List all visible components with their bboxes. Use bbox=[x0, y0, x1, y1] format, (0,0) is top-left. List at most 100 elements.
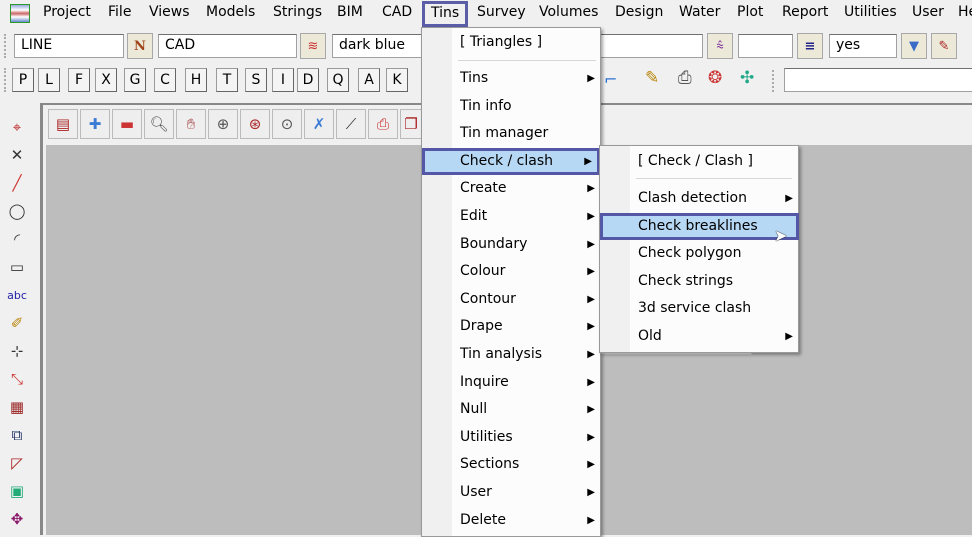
menu-help[interactable]: He bbox=[958, 4, 972, 20]
paint-icon[interactable]: ✐ bbox=[4, 311, 30, 335]
menu-bim[interactable]: BIM bbox=[337, 4, 363, 20]
text-icon[interactable]: abc bbox=[4, 283, 30, 307]
menu-item-tins[interactable]: Tins ▶ bbox=[422, 65, 600, 92]
menu-item-create[interactable]: Create ▶ bbox=[422, 175, 600, 202]
letter-button-q[interactable]: Q bbox=[327, 68, 349, 92]
print-icon[interactable]: ⎙ bbox=[368, 109, 398, 139]
menu-project[interactable]: Project bbox=[43, 4, 91, 20]
pencil-string-icon[interactable]: ✎ bbox=[645, 68, 659, 88]
line-icon[interactable]: ╱ bbox=[4, 171, 30, 195]
menu-item-check-strings[interactable]: Check strings bbox=[600, 268, 798, 295]
letter-button-f[interactable]: F bbox=[68, 68, 90, 92]
dimension-icon[interactable]: ⤡ bbox=[4, 367, 30, 391]
intersection-icon[interactable]: ✕ bbox=[4, 143, 30, 167]
symbol-icon[interactable]: ⊹ bbox=[4, 339, 30, 363]
letter-button-a[interactable]: A bbox=[358, 68, 380, 92]
menu-item-check-breaklines[interactable]: Check breaklines bbox=[600, 212, 799, 240]
point-icon[interactable]: ⌖ bbox=[4, 115, 30, 139]
page-string-icon[interactable]: ⎙ bbox=[678, 68, 692, 88]
zoom-pick-icon[interactable]: ⊙ bbox=[272, 109, 302, 139]
check-menu-title[interactable]: [ Check / Clash ] bbox=[600, 148, 798, 175]
menu-utilities[interactable]: Utilities bbox=[844, 4, 897, 20]
edit-string-icon[interactable]: ❂ bbox=[708, 68, 722, 88]
menu-report[interactable]: Report bbox=[782, 4, 828, 20]
shape-icon[interactable]: ◸ bbox=[4, 451, 30, 475]
menu-design[interactable]: Design bbox=[615, 4, 663, 20]
menu-item-check-clash[interactable]: Check / clash ▶ bbox=[422, 147, 600, 175]
circle-icon[interactable]: ◯ bbox=[4, 199, 30, 223]
eyedropper-button[interactable]: ✎ bbox=[931, 33, 957, 59]
move-icon[interactable]: ✥ bbox=[4, 507, 30, 531]
window-icon[interactable]: ❐ bbox=[400, 109, 422, 139]
string-type-input[interactable]: LINE bbox=[14, 34, 124, 58]
toolbar-grip[interactable] bbox=[4, 68, 7, 92]
letter-button-l[interactable]: L bbox=[38, 68, 60, 92]
line-weight-button[interactable]: ≡ bbox=[797, 33, 823, 59]
menu-models[interactable]: Models bbox=[206, 4, 255, 20]
zoom-extent-icon[interactable]: 🔍︎ bbox=[144, 109, 174, 139]
menu-item-drape[interactable]: Drape ▶ bbox=[422, 313, 600, 340]
letter-button-h[interactable]: H bbox=[185, 68, 207, 92]
menu-item-boundary[interactable]: Boundary ▶ bbox=[422, 231, 600, 258]
n-button[interactable]: N bbox=[127, 33, 153, 59]
letter-button-g[interactable]: G bbox=[124, 68, 146, 92]
linestyle-button[interactable]: ⩯ bbox=[707, 33, 733, 59]
flag-input[interactable]: yes bbox=[829, 34, 897, 58]
menu-strings[interactable]: Strings bbox=[273, 4, 322, 20]
menu-views[interactable]: Views bbox=[149, 4, 190, 20]
menu-item-null[interactable]: Null ▶ bbox=[422, 396, 600, 423]
menu-item-tin-analysis[interactable]: Tin analysis ▶ bbox=[422, 341, 600, 368]
menu-item-delete[interactable]: Delete ▶ bbox=[422, 507, 600, 534]
view-panel-icon[interactable]: ▤ bbox=[48, 109, 78, 139]
clean-icon[interactable]: ✗ bbox=[304, 109, 334, 139]
rectangle-icon[interactable]: ▭ bbox=[4, 255, 30, 279]
weight-input[interactable] bbox=[738, 34, 793, 58]
menu-plot[interactable]: Plot bbox=[737, 4, 763, 20]
menu-item-tin-manager[interactable]: Tin manager bbox=[422, 120, 600, 147]
menu-cad[interactable]: CAD bbox=[382, 4, 412, 20]
menu-item-clash-detection[interactable]: Clash detection ▶ bbox=[600, 185, 798, 212]
menu-item-contour[interactable]: Contour ▶ bbox=[422, 286, 600, 313]
letter-button-d[interactable]: D bbox=[297, 68, 319, 92]
letter-button-c[interactable]: C bbox=[154, 68, 176, 92]
process-string-icon[interactable]: ✣ bbox=[740, 68, 754, 88]
letter-button-i[interactable]: I bbox=[272, 68, 294, 92]
menu-user[interactable]: User bbox=[912, 4, 944, 20]
layers-button[interactable]: ≋ bbox=[300, 33, 326, 59]
menu-volumes[interactable]: Volumes bbox=[539, 4, 598, 20]
command-input[interactable] bbox=[784, 68, 972, 92]
frame-icon[interactable]: ⌐ bbox=[604, 70, 617, 89]
letter-button-s[interactable]: S bbox=[245, 68, 267, 92]
menu-item-user[interactable]: User ▶ bbox=[422, 479, 600, 506]
table-icon[interactable]: ▦ bbox=[4, 395, 30, 419]
menu-tins[interactable]: Tins bbox=[422, 1, 469, 27]
toolbar-grip[interactable] bbox=[772, 70, 775, 92]
menu-item-check-polygon[interactable]: Check polygon bbox=[600, 240, 798, 267]
dropdown-button[interactable]: ▼ bbox=[901, 33, 927, 59]
zoom-window-icon[interactable]: ⊛ bbox=[240, 109, 270, 139]
menu-item-tin-info[interactable]: Tin info bbox=[422, 93, 600, 120]
menu-item-old[interactable]: Old ▶ bbox=[600, 323, 798, 350]
letter-button-k[interactable]: K bbox=[386, 68, 408, 92]
menu-item-edit[interactable]: Edit ▶ bbox=[422, 203, 600, 230]
zoom-in-plus-icon[interactable]: ✚ bbox=[80, 109, 110, 139]
toolbar-grip[interactable] bbox=[4, 34, 7, 58]
brush-icon[interactable]: ⟋ bbox=[336, 109, 366, 139]
menu-file[interactable]: File bbox=[108, 4, 131, 20]
zoom-out-minus-icon[interactable]: ▬ bbox=[112, 109, 142, 139]
zoom-plusminus-icon[interactable]: ⊕ bbox=[208, 109, 238, 139]
menu-item-inquire[interactable]: Inquire ▶ bbox=[422, 369, 600, 396]
letter-button-p[interactable]: P bbox=[12, 68, 34, 92]
letter-button-x[interactable]: X bbox=[95, 68, 117, 92]
model-input[interactable]: CAD bbox=[158, 34, 297, 58]
copy-icon[interactable]: ⧉ bbox=[4, 423, 30, 447]
image-icon[interactable]: ▣ bbox=[4, 479, 30, 503]
letter-button-t[interactable]: T bbox=[216, 68, 238, 92]
menu-item-colour[interactable]: Colour ▶ bbox=[422, 258, 600, 285]
pan-hand-icon[interactable]: ✋︎ bbox=[176, 109, 206, 139]
menu-survey[interactable]: Survey bbox=[477, 4, 526, 20]
menu-item-3d-service-clash[interactable]: 3d service clash bbox=[600, 295, 798, 322]
menu-item-sections[interactable]: Sections ▶ bbox=[422, 451, 600, 478]
menu-water[interactable]: Water bbox=[679, 4, 720, 20]
arc-icon[interactable]: ◜ bbox=[4, 227, 30, 251]
